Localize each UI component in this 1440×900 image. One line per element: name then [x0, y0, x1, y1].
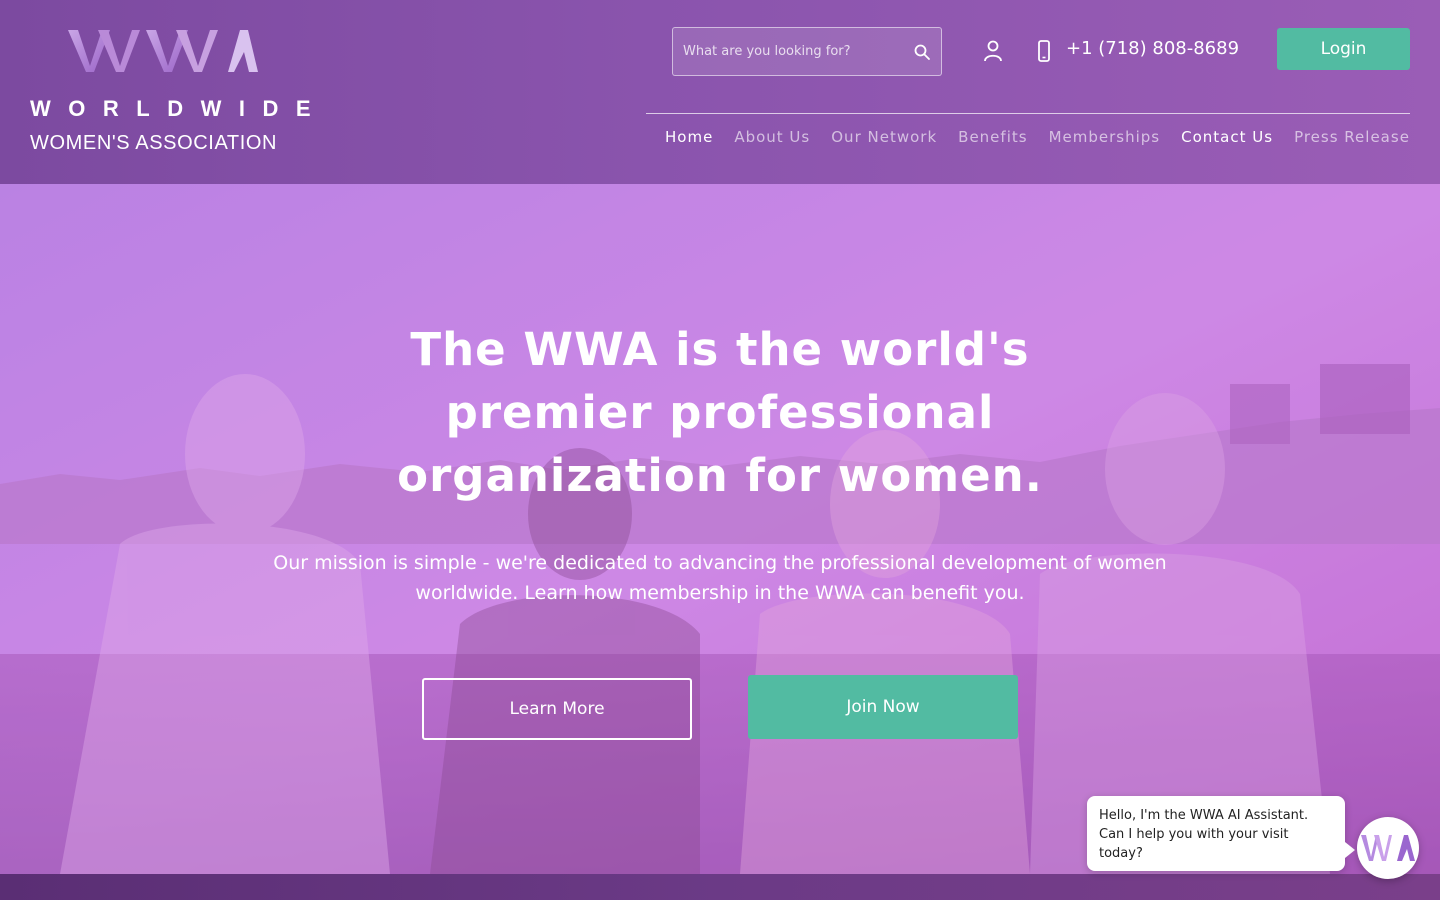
- user-icon: [984, 40, 1002, 62]
- search-box: [672, 27, 942, 76]
- nav-item-benefits[interactable]: Benefits: [958, 128, 1027, 146]
- login-button[interactable]: Login: [1277, 28, 1410, 70]
- nav-item-our-network[interactable]: Our Network: [831, 128, 937, 146]
- phone-link[interactable]: +1 (718) 808-8689: [1066, 38, 1239, 59]
- next-section-edge: [0, 874, 1440, 900]
- hero-title: The WWA is the world's premier professio…: [397, 323, 1043, 502]
- phone-icon: [1038, 40, 1050, 62]
- wwa-chat-avatar-icon: [1361, 835, 1415, 861]
- site-logo[interactable]: WORLDWIDE WOMEN'S ASSOCIATION: [30, 28, 329, 158]
- logo-name-line1: WORLDWIDE: [30, 96, 329, 121]
- account-button[interactable]: [983, 40, 1003, 62]
- learn-more-button[interactable]: Learn More: [422, 678, 692, 740]
- chat-greeting-bubble[interactable]: Hello, I'm the WWA AI Assistant. Can I h…: [1087, 796, 1355, 871]
- join-now-button[interactable]: Join Now: [748, 675, 1018, 739]
- nav-item-press-release[interactable]: Press Release: [1294, 128, 1410, 146]
- chat-assistant-button[interactable]: [1357, 817, 1419, 879]
- nav-item-contact-us[interactable]: Contact Us: [1181, 128, 1273, 146]
- search-icon: [914, 44, 930, 60]
- search-input[interactable]: [683, 28, 903, 75]
- nav-item-about-us[interactable]: About Us: [734, 128, 810, 146]
- nav-item-home[interactable]: Home: [665, 128, 713, 146]
- nav-item-memberships[interactable]: Memberships: [1049, 128, 1161, 146]
- wwa-logo-mark: [68, 30, 258, 72]
- hero-subtitle: Our mission is simple - we're dedicated …: [273, 552, 1167, 604]
- nav-divider: [646, 113, 1410, 114]
- hero-content: The WWA is the world's premier professio…: [0, 184, 1440, 874]
- search-button[interactable]: [913, 43, 931, 61]
- site-header: WORLDWIDE WOMEN'S ASSOCIATION +1 (718) 8…: [0, 0, 1440, 184]
- main-nav: Home About Us Our Network Benefits Membe…: [665, 126, 1410, 148]
- hero-section: The WWA is the world's premier professio…: [0, 184, 1440, 874]
- logo-name-line2: WOMEN'S ASSOCIATION: [30, 132, 278, 154]
